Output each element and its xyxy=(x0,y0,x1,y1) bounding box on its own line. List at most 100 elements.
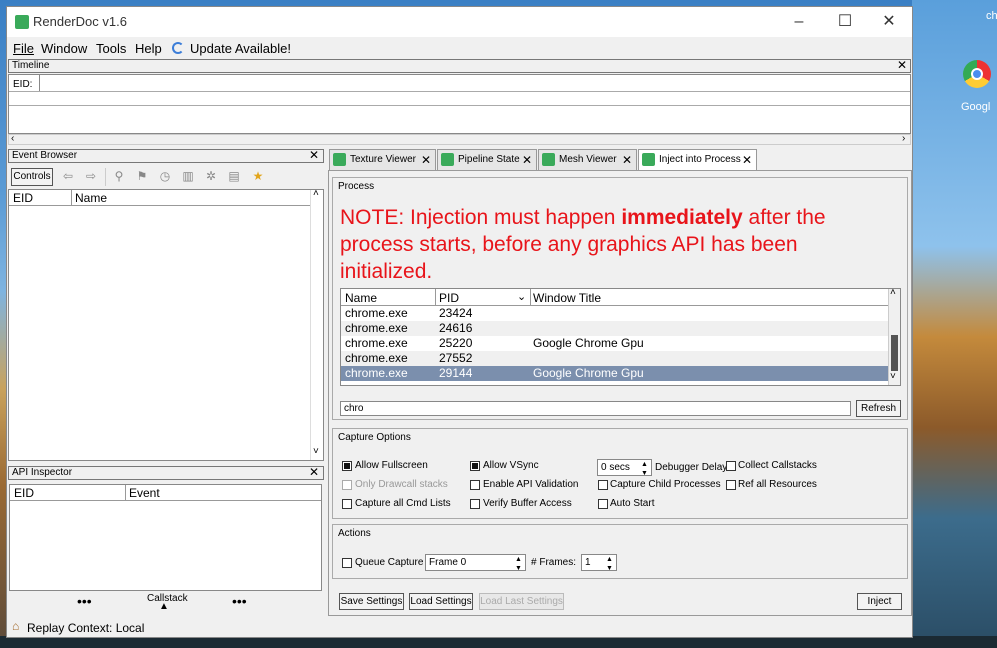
process-list-scrollbar[interactable]: ˄ ˅ xyxy=(888,287,900,385)
close-button[interactable]: ✕ xyxy=(866,7,912,37)
save-icon[interactable]: ▤ xyxy=(224,166,244,186)
timeline-area[interactable]: EID: xyxy=(8,74,911,134)
event-browser-close-icon[interactable]: ✕ xyxy=(309,149,319,161)
queue-capture-label[interactable]: Queue Capture xyxy=(355,557,423,568)
column-name[interactable]: Name xyxy=(75,191,107,205)
menu-file[interactable]: File xyxy=(13,41,34,56)
capture-all-cmd-lists-checkbox[interactable] xyxy=(342,499,352,509)
callstack-expand-icon[interactable]: ▲ xyxy=(159,601,169,612)
allow-fullscreen-label[interactable]: Allow Fullscreen xyxy=(355,460,428,471)
enable-api-validation-label[interactable]: Enable API Validation xyxy=(483,479,578,490)
tab-pipeline-state[interactable]: Pipeline State ✕ xyxy=(437,149,537,170)
auto-start-label[interactable]: Auto Start xyxy=(610,498,654,509)
tab-close-icon[interactable]: ✕ xyxy=(742,150,752,170)
column-eid[interactable]: EID xyxy=(13,191,33,205)
ref-all-resources-checkbox[interactable] xyxy=(726,480,736,490)
column-window-title[interactable]: Window Title xyxy=(533,290,601,306)
allow-vsync-checkbox[interactable] xyxy=(470,461,480,471)
bookmark-flag-icon[interactable]: ⚑ xyxy=(132,166,152,186)
column-name[interactable]: Name xyxy=(345,290,377,306)
column-event[interactable]: Event xyxy=(129,486,160,500)
tab-mesh-viewer[interactable]: Mesh Viewer ✕ xyxy=(538,149,637,170)
process-row[interactable]: chrome.exe 24616 xyxy=(341,321,888,336)
controls-button[interactable]: Controls xyxy=(11,168,53,186)
allow-fullscreen-checkbox[interactable] xyxy=(342,461,352,471)
capture-child-processes-label[interactable]: Capture Child Processes xyxy=(610,479,721,490)
spin-down-icon[interactable]: ▼ xyxy=(606,561,613,576)
injection-note: NOTE: Injection must happen immediately … xyxy=(340,204,895,285)
event-browser-header: Event Browser xyxy=(8,149,324,163)
tab-close-icon[interactable]: ✕ xyxy=(522,150,532,170)
tab-close-icon[interactable]: ✕ xyxy=(622,150,632,170)
refresh-button[interactable]: Refresh xyxy=(856,400,901,417)
tab-texture-viewer[interactable]: Texture Viewer ✕ xyxy=(329,149,436,170)
event-list[interactable]: EID Name ˄ ˅ xyxy=(8,188,324,461)
process-row[interactable]: chrome.exe 23424 xyxy=(341,306,888,321)
process-row[interactable]: chrome.exe 25220 Google Chrome Gpu xyxy=(341,336,888,351)
splitter-handle-icon[interactable]: ••• xyxy=(77,593,92,609)
tab-label: Texture Viewer xyxy=(350,154,416,165)
tab-inject-into-process[interactable]: Inject into Process ✕ xyxy=(638,149,757,171)
timeline-scrollbar[interactable]: ‹ › xyxy=(8,133,911,145)
scroll-left-icon[interactable]: ‹ xyxy=(11,133,14,144)
only-drawcall-stacks-checkbox[interactable] xyxy=(342,480,352,490)
process-window-title: Google Chrome Gpu xyxy=(533,366,644,380)
sort-chevron-down-icon[interactable]: ⌄ xyxy=(517,289,526,305)
enable-api-validation-checkbox[interactable] xyxy=(470,480,480,490)
ref-all-resources-label[interactable]: Ref all Resources xyxy=(738,479,817,490)
verify-buffer-access-label[interactable]: Verify Buffer Access xyxy=(483,498,572,509)
allow-vsync-label[interactable]: Allow VSync xyxy=(483,460,539,471)
renderdoc-app-icon xyxy=(15,15,29,29)
column-pid[interactable]: PID xyxy=(439,290,459,306)
api-inspector-close-icon[interactable]: ✕ xyxy=(309,466,319,478)
auto-start-checkbox[interactable] xyxy=(598,499,608,509)
scroll-up-icon[interactable]: ˄ xyxy=(313,188,319,199)
event-list-scrollbar[interactable]: ˄ ˅ xyxy=(310,188,323,460)
time-duration-icon[interactable]: ◷ xyxy=(155,166,175,186)
api-inspector-list[interactable]: EID Event xyxy=(9,484,322,591)
collect-callstacks-label[interactable]: Collect Callstacks xyxy=(738,460,817,471)
title-bar: RenderDoc v1.6 – ☐ ✕ xyxy=(7,7,912,37)
menu-window[interactable]: Window xyxy=(41,41,87,56)
capture-all-cmd-lists-label[interactable]: Capture all Cmd Lists xyxy=(355,498,451,509)
only-drawcall-stacks-label[interactable]: Only Drawcall stacks xyxy=(355,479,448,490)
back-arrow-icon[interactable]: ⇦ xyxy=(58,166,78,186)
update-available-link[interactable]: Update Available! xyxy=(190,41,291,56)
menu-help[interactable]: Help xyxy=(135,41,162,56)
menu-tools[interactable]: Tools xyxy=(96,41,126,56)
verify-buffer-access-checkbox[interactable] xyxy=(470,499,480,509)
scroll-thumb[interactable] xyxy=(891,335,898,371)
timeline-close-icon[interactable]: ✕ xyxy=(897,59,907,71)
forward-arrow-icon[interactable]: ⇨ xyxy=(81,166,101,186)
scroll-down-icon[interactable]: ˅ xyxy=(313,446,319,457)
num-frames-spinbox[interactable]: 1 ▲ ▼ xyxy=(581,554,617,572)
favourite-star-icon[interactable]: ★ xyxy=(248,166,268,186)
load-last-settings-button[interactable]: Load Last Settings xyxy=(479,593,564,610)
save-settings-button[interactable]: Save Settings xyxy=(339,593,404,610)
scroll-up-icon[interactable]: ˄ xyxy=(890,287,896,298)
queue-capture-checkbox[interactable] xyxy=(342,558,352,568)
scroll-right-icon[interactable]: › xyxy=(902,133,905,144)
collect-callstacks-checkbox[interactable] xyxy=(726,461,736,471)
debugger-delay-value: 0 secs xyxy=(601,462,630,473)
minimize-button[interactable]: – xyxy=(776,7,822,37)
splitter-handle-icon[interactable]: ••• xyxy=(232,593,247,609)
process-filter-input[interactable]: chro xyxy=(340,401,851,416)
statistics-icon[interactable]: ▥ xyxy=(178,166,198,186)
scroll-down-icon[interactable]: ˅ xyxy=(890,371,896,382)
load-settings-button[interactable]: Load Settings xyxy=(409,593,473,610)
desktop-icon[interactable]: Googl xyxy=(955,60,995,118)
find-icon[interactable]: ⚲ xyxy=(109,166,129,186)
process-row-selected[interactable]: chrome.exe 29144 Google Chrome Gpu xyxy=(341,366,888,381)
tab-close-icon[interactable]: ✕ xyxy=(421,150,431,170)
queue-frame-spinbox[interactable]: Frame 0 ▲ ▼ xyxy=(425,554,526,572)
process-row[interactable]: chrome.exe 27552 xyxy=(341,351,888,366)
capture-child-processes-checkbox[interactable] xyxy=(598,480,608,490)
maximize-button[interactable]: ☐ xyxy=(822,7,868,37)
debugger-delay-spinbox[interactable]: 0 secs ▲ ▼ xyxy=(597,459,652,477)
column-eid[interactable]: EID xyxy=(14,486,34,500)
spin-down-icon[interactable]: ▼ xyxy=(515,561,522,576)
settings-gear-icon[interactable]: ✲ xyxy=(201,166,221,186)
process-list[interactable]: Name PID ⌄ Window Title chrome.exe 23424… xyxy=(340,287,901,386)
inject-button[interactable]: Inject xyxy=(857,593,902,610)
